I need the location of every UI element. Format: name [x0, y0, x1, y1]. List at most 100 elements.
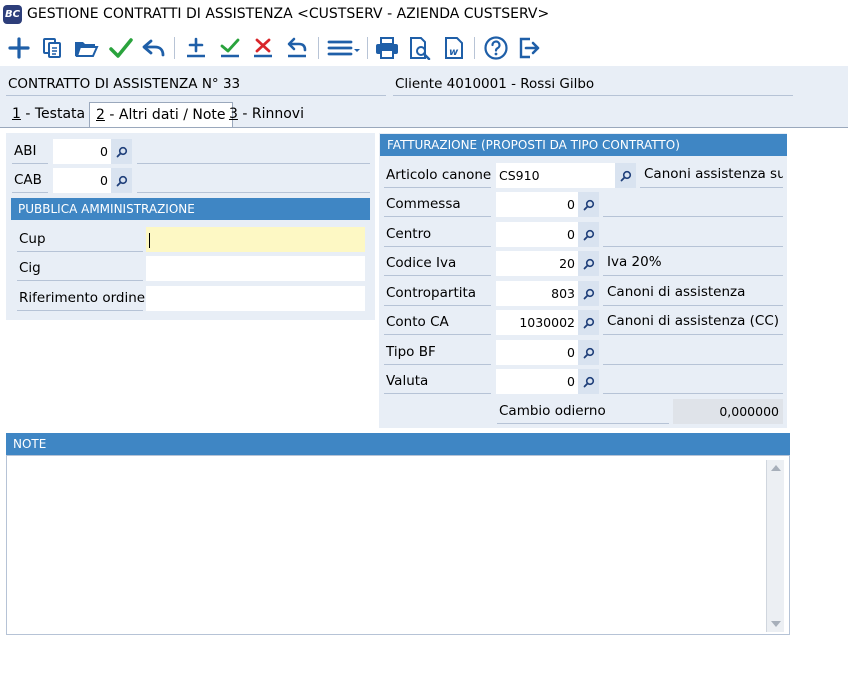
conto-ca-input[interactable]: 1030002	[496, 310, 578, 335]
abi-label: ABI	[12, 137, 48, 164]
svg-text:w: w	[449, 47, 459, 58]
toolbar: w	[0, 30, 848, 66]
app-logo: BC	[3, 5, 22, 24]
tipo-bf-description	[603, 338, 783, 365]
tab-label: - Testata	[20, 106, 86, 122]
tab-label: - Altri dati / Note	[104, 107, 226, 123]
tipo-bf-input[interactable]: 0	[496, 340, 578, 365]
tab-divider	[0, 127, 848, 128]
exchange-rate-label: Cambio odierno	[497, 397, 669, 424]
riferimento-ordine-input[interactable]	[146, 286, 365, 311]
conto-ca-label: Conto CA	[384, 308, 491, 335]
search-icon	[583, 229, 594, 240]
conto-ca-description: Canoni di assistenza (CC)	[603, 308, 783, 335]
cab-lookup-button[interactable]	[111, 168, 132, 193]
articolo-canone-label: Articolo canone	[384, 161, 491, 188]
conto-ca-lookup-button[interactable]	[578, 310, 599, 335]
cup-input[interactable]	[146, 227, 365, 252]
delete-row-icon	[254, 38, 272, 58]
commessa-input[interactable]: 0	[496, 192, 578, 217]
notes-section-header: NOTE	[6, 433, 790, 456]
undo-row-button[interactable]	[282, 33, 312, 63]
tab-altri-dati-note[interactable]: 2 - Altri dati / Note	[89, 102, 233, 128]
toolbar-separator	[474, 37, 475, 59]
copy-icon	[43, 38, 61, 58]
cab-input[interactable]: 0	[53, 168, 111, 193]
tab-accelerator: 1	[12, 106, 21, 122]
exchange-rate-value: 0,000000	[673, 399, 783, 424]
notes-textarea[interactable]	[6, 455, 790, 635]
toolbar-separator	[174, 37, 175, 59]
print-button[interactable]	[372, 33, 402, 63]
plus-icon	[8, 37, 30, 59]
search-icon	[583, 199, 594, 210]
word-doc-icon: w	[445, 37, 463, 59]
abi-description	[137, 137, 370, 164]
contropartita-input[interactable]: 803	[496, 281, 578, 306]
articolo-canone-description: Canoni assistenza su	[640, 161, 783, 188]
tab-label: - Rinnovi	[237, 106, 304, 122]
word-export-button[interactable]: w	[439, 33, 469, 63]
centro-label: Centro	[384, 220, 491, 247]
add-row-button[interactable]	[181, 33, 211, 63]
cig-input[interactable]	[146, 256, 365, 281]
title-bar: BC GESTIONE CONTRATTI DI ASSISTENZA <CUS…	[0, 0, 848, 30]
valuta-input[interactable]: 0	[496, 369, 578, 394]
search-icon	[583, 376, 594, 387]
check-icon	[109, 38, 133, 58]
add-row-icon	[187, 37, 205, 58]
search-icon	[583, 347, 594, 358]
undo-button[interactable]	[139, 33, 169, 63]
tipo-bf-lookup-button[interactable]	[578, 340, 599, 365]
notes-scrollbar[interactable]	[766, 460, 784, 632]
menu-button[interactable]	[326, 33, 362, 63]
scroll-up-arrow-icon[interactable]	[771, 465, 781, 471]
tipo-bf-label: Tipo BF	[384, 338, 491, 365]
print-preview-button[interactable]	[405, 33, 435, 63]
articolo-canone-lookup-button[interactable]	[615, 163, 636, 188]
valuta-lookup-button[interactable]	[578, 369, 599, 394]
text-cursor	[149, 233, 150, 248]
centro-lookup-button[interactable]	[578, 222, 599, 247]
confirm-row-button[interactable]	[215, 33, 245, 63]
contropartita-label: Contropartita	[384, 279, 491, 306]
codice-iva-description: Iva 20%	[603, 249, 783, 276]
menu-icon	[327, 40, 360, 56]
articolo-canone-input[interactable]: CS910	[496, 163, 615, 188]
search-icon	[583, 258, 594, 269]
abi-lookup-button[interactable]	[111, 139, 132, 164]
window-title: GESTIONE CONTRATTI DI ASSISTENZA <CUSTSE…	[27, 6, 550, 22]
valuta-label: Valuta	[384, 367, 491, 394]
cab-label: CAB	[12, 166, 48, 193]
abi-input[interactable]: 0	[53, 139, 111, 164]
undo-row-icon	[287, 37, 307, 58]
confirm-row-icon	[220, 38, 240, 58]
exit-button[interactable]	[515, 33, 545, 63]
open-button[interactable]	[71, 33, 101, 63]
tab-testata[interactable]: 1 - Testata	[6, 102, 91, 127]
duplicate-button[interactable]	[37, 33, 67, 63]
help-button[interactable]	[481, 33, 511, 63]
client-name: Cliente 4010001 - Rossi Gilbo	[393, 76, 793, 96]
centro-input[interactable]: 0	[496, 222, 578, 247]
cab-description	[137, 166, 370, 193]
pa-section-header: PUBBLICA AMMINISTRAZIONE	[11, 198, 370, 220]
scroll-down-arrow-icon[interactable]	[771, 621, 781, 627]
codice-iva-lookup-button[interactable]	[578, 251, 599, 276]
codice-iva-label: Codice Iva	[384, 249, 491, 276]
cup-label: Cup	[17, 225, 143, 252]
codice-iva-input[interactable]: 20	[496, 251, 578, 276]
toolbar-separator	[318, 37, 319, 59]
billing-section-header: FATTURAZIONE (PROPOSTI DA TIPO CONTRATTO…	[380, 134, 787, 156]
undo-icon	[142, 39, 165, 57]
riferimento-ordine-label: Riferimento ordine	[17, 284, 145, 311]
exit-icon	[519, 37, 540, 59]
contropartita-lookup-button[interactable]	[578, 281, 599, 306]
commessa-lookup-button[interactable]	[578, 192, 599, 217]
delete-row-button[interactable]	[248, 33, 278, 63]
tab-rinnovi[interactable]: 3 - Rinnovi	[223, 102, 310, 127]
commessa-label: Commessa	[384, 190, 491, 217]
new-button[interactable]	[4, 33, 34, 63]
commessa-description	[603, 190, 783, 217]
save-button[interactable]	[106, 33, 136, 63]
